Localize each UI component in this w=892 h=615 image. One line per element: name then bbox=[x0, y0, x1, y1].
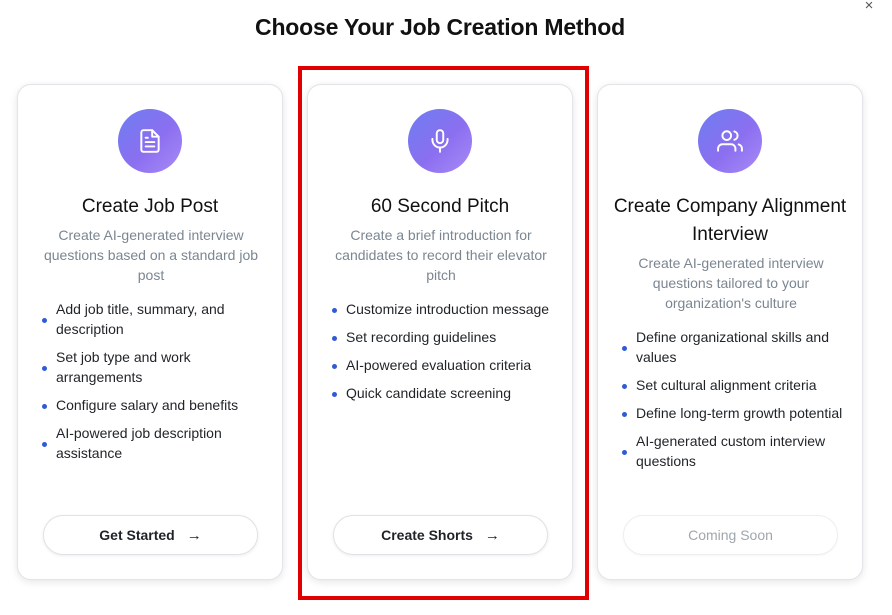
feature-item: AI-generated custom interview questions bbox=[622, 431, 848, 471]
bullet-icon bbox=[332, 392, 337, 397]
card-60-second-pitch[interactable]: 60 Second Pitch Create a brief introduct… bbox=[307, 84, 573, 580]
card-title: Create Company Alignment Interview bbox=[613, 196, 847, 245]
feature-list: Add job title, summary, and description … bbox=[42, 299, 268, 471]
arrow-right-icon: → bbox=[484, 526, 500, 544]
bullet-icon bbox=[622, 384, 627, 389]
coming-soon-button: Coming Soon bbox=[623, 515, 838, 555]
feature-item: Define organizational skills and values bbox=[622, 327, 848, 367]
document-icon bbox=[118, 109, 182, 173]
card-title: Create Job Post bbox=[81, 196, 219, 217]
create-shorts-button[interactable]: Create Shorts → bbox=[333, 515, 548, 555]
bullet-icon bbox=[42, 404, 47, 409]
feature-item: Set recording guidelines bbox=[332, 327, 558, 347]
bullet-icon bbox=[622, 450, 627, 455]
bullet-icon bbox=[332, 364, 337, 369]
bullet-icon bbox=[42, 442, 47, 447]
bullet-icon bbox=[332, 308, 337, 313]
card-description: Create AI-generated interview questions … bbox=[638, 255, 824, 311]
feature-item: AI-powered evaluation criteria bbox=[332, 355, 558, 375]
feature-item: AI-powered job description assistance bbox=[42, 423, 268, 463]
microphone-icon bbox=[408, 109, 472, 173]
feature-item: Set job type and work arrangements bbox=[42, 347, 268, 387]
close-icon[interactable]: × bbox=[860, 0, 878, 14]
card-create-job-post[interactable]: Create Job Post Create AI-generated inte… bbox=[17, 84, 283, 580]
bullet-icon bbox=[42, 318, 47, 323]
users-icon bbox=[698, 109, 762, 173]
card-description: Create AI-generated interview questions … bbox=[43, 227, 259, 283]
feature-item: Define long-term growth potential bbox=[622, 403, 848, 423]
bullet-icon bbox=[622, 346, 627, 351]
feature-item: Set cultural alignment criteria bbox=[622, 375, 848, 395]
feature-list: Define organizational skills and values … bbox=[622, 327, 848, 479]
bullet-icon bbox=[622, 412, 627, 417]
get-started-button[interactable]: Get Started → bbox=[43, 515, 258, 555]
card-title: 60 Second Pitch bbox=[370, 196, 510, 217]
button-label: Coming Soon bbox=[688, 527, 773, 543]
feature-item: Quick candidate screening bbox=[332, 383, 558, 403]
button-label: Create Shorts bbox=[381, 527, 473, 543]
button-label: Get Started bbox=[99, 527, 175, 543]
feature-item: Configure salary and benefits bbox=[42, 395, 268, 415]
bullet-icon bbox=[42, 366, 47, 371]
feature-item: Customize introduction message bbox=[332, 299, 558, 319]
job-creation-dialog: Choose Your Job Creation Method × Create… bbox=[0, 0, 892, 615]
card-company-alignment-interview: Create Company Alignment Interview Creat… bbox=[597, 84, 863, 580]
arrow-right-icon: → bbox=[186, 526, 202, 544]
feature-item: Add job title, summary, and description bbox=[42, 299, 268, 339]
bullet-icon bbox=[332, 336, 337, 341]
feature-list: Customize introduction message Set recor… bbox=[332, 299, 558, 411]
card-description: Create a brief introduction for candidat… bbox=[335, 227, 547, 283]
dialog-title: Choose Your Job Creation Method bbox=[255, 14, 625, 40]
